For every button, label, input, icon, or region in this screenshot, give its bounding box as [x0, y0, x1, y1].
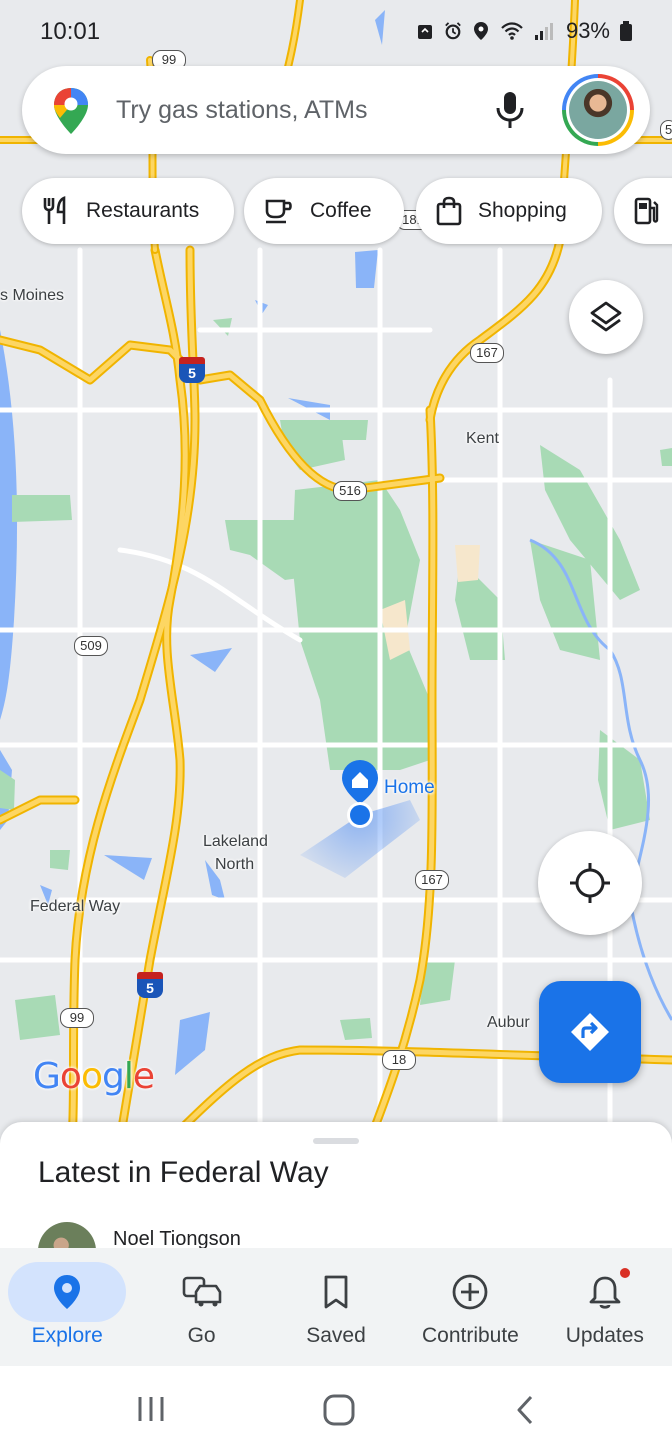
- directions-icon: [571, 1013, 609, 1051]
- route-shield: 509: [74, 636, 108, 656]
- chip-label: Shopping: [478, 199, 567, 222]
- place-label: Federal Way: [30, 898, 121, 915]
- chip-coffee[interactable]: Coffee: [244, 178, 404, 244]
- wifi-icon: [501, 22, 523, 40]
- alarm-icon: [445, 22, 461, 40]
- nav-label: Saved: [306, 1324, 366, 1347]
- home-label[interactable]: Home: [384, 777, 435, 799]
- commute-icon: [182, 1276, 221, 1307]
- microphone-icon[interactable]: [492, 90, 528, 130]
- gas-station-icon: [634, 197, 659, 225]
- interstate-shield: 5: [179, 357, 205, 383]
- sheet-title: Latest in Federal Way: [38, 1156, 329, 1189]
- chip-gas[interactable]: [614, 178, 672, 244]
- bell-icon: [589, 1276, 621, 1309]
- place-label: Aubur: [487, 1014, 530, 1031]
- map-canvas[interactable]: s Moines Kent Lakeland North Federal Way…: [0, 0, 672, 1140]
- nav-contribute[interactable]: Contribute: [403, 1248, 537, 1366]
- my-location-button[interactable]: [538, 831, 642, 935]
- location-pin-icon: [54, 1275, 81, 1309]
- fork-knife-icon: [43, 196, 66, 224]
- location-icon: [473, 22, 488, 40]
- layers-icon: [590, 301, 622, 332]
- status-bar: 10:01 93%: [0, 0, 672, 60]
- nav-label: Updates: [565, 1324, 644, 1347]
- nav-go[interactable]: Go: [134, 1248, 268, 1366]
- google-logo: Google: [33, 1056, 155, 1097]
- battery-percentage: 93%: [565, 18, 610, 43]
- chip-shopping[interactable]: Shopping: [416, 178, 602, 244]
- chip-restaurants[interactable]: Restaurants: [22, 178, 234, 244]
- place-label: s Moines: [0, 287, 65, 304]
- home-button[interactable]: [323, 1394, 355, 1431]
- signal-icon: [534, 23, 553, 40]
- chip-label: Coffee: [310, 199, 372, 222]
- interstate-shield: 5: [137, 972, 163, 998]
- nav-explore[interactable]: Explore: [0, 1248, 134, 1366]
- route-shield: 167: [470, 343, 504, 363]
- map-graphic[interactable]: [0, 0, 672, 1140]
- route-shield: 99: [60, 1008, 94, 1028]
- add-circle-icon: [453, 1274, 488, 1310]
- layers-button[interactable]: [569, 280, 643, 354]
- sheet-drag-handle[interactable]: [313, 1138, 359, 1144]
- recycle-icon: [417, 25, 432, 39]
- home-icon: [323, 1394, 355, 1426]
- bottom-navigation: Explore Go Saved Contribute Updates: [0, 1248, 672, 1366]
- battery-icon: [620, 21, 632, 41]
- route-shield: 516: [333, 481, 367, 501]
- place-label: Lakeland: [203, 833, 268, 850]
- nav-label: Go: [187, 1324, 216, 1347]
- search-input[interactable]: Try gas stations, ATMs: [116, 96, 367, 125]
- nav-updates[interactable]: Updates: [538, 1248, 672, 1366]
- route-shield: 5: [660, 120, 672, 140]
- recents-icon: [138, 1397, 164, 1421]
- shopping-bag-icon: [436, 196, 462, 226]
- route-shield: 18: [382, 1050, 416, 1070]
- nav-saved[interactable]: Saved: [269, 1248, 403, 1366]
- crosshair-icon: [570, 863, 610, 903]
- bottom-sheet[interactable]: Latest in Federal Way Noel Tiongson: [0, 1122, 672, 1262]
- back-button[interactable]: [514, 1394, 536, 1431]
- maps-pin-icon: [54, 88, 88, 134]
- recents-button[interactable]: [136, 1394, 166, 1429]
- account-avatar[interactable]: [562, 74, 634, 146]
- route-shield: 167: [415, 870, 449, 890]
- nav-label: Explore: [31, 1324, 103, 1347]
- system-navigation-bar: [0, 1366, 672, 1456]
- notification-badge: [619, 1268, 630, 1278]
- clock: 10:01: [40, 18, 101, 45]
- coffee-cup-icon: [265, 199, 292, 224]
- nav-label: Contribute: [421, 1324, 519, 1347]
- bookmark-icon: [324, 1275, 348, 1309]
- search-bar[interactable]: Try gas stations, ATMs: [22, 66, 650, 154]
- chip-label: Restaurants: [86, 199, 200, 222]
- directions-button[interactable]: [539, 981, 641, 1083]
- place-label: North: [215, 856, 255, 873]
- place-label: Kent: [466, 430, 499, 447]
- back-icon: [517, 1395, 533, 1425]
